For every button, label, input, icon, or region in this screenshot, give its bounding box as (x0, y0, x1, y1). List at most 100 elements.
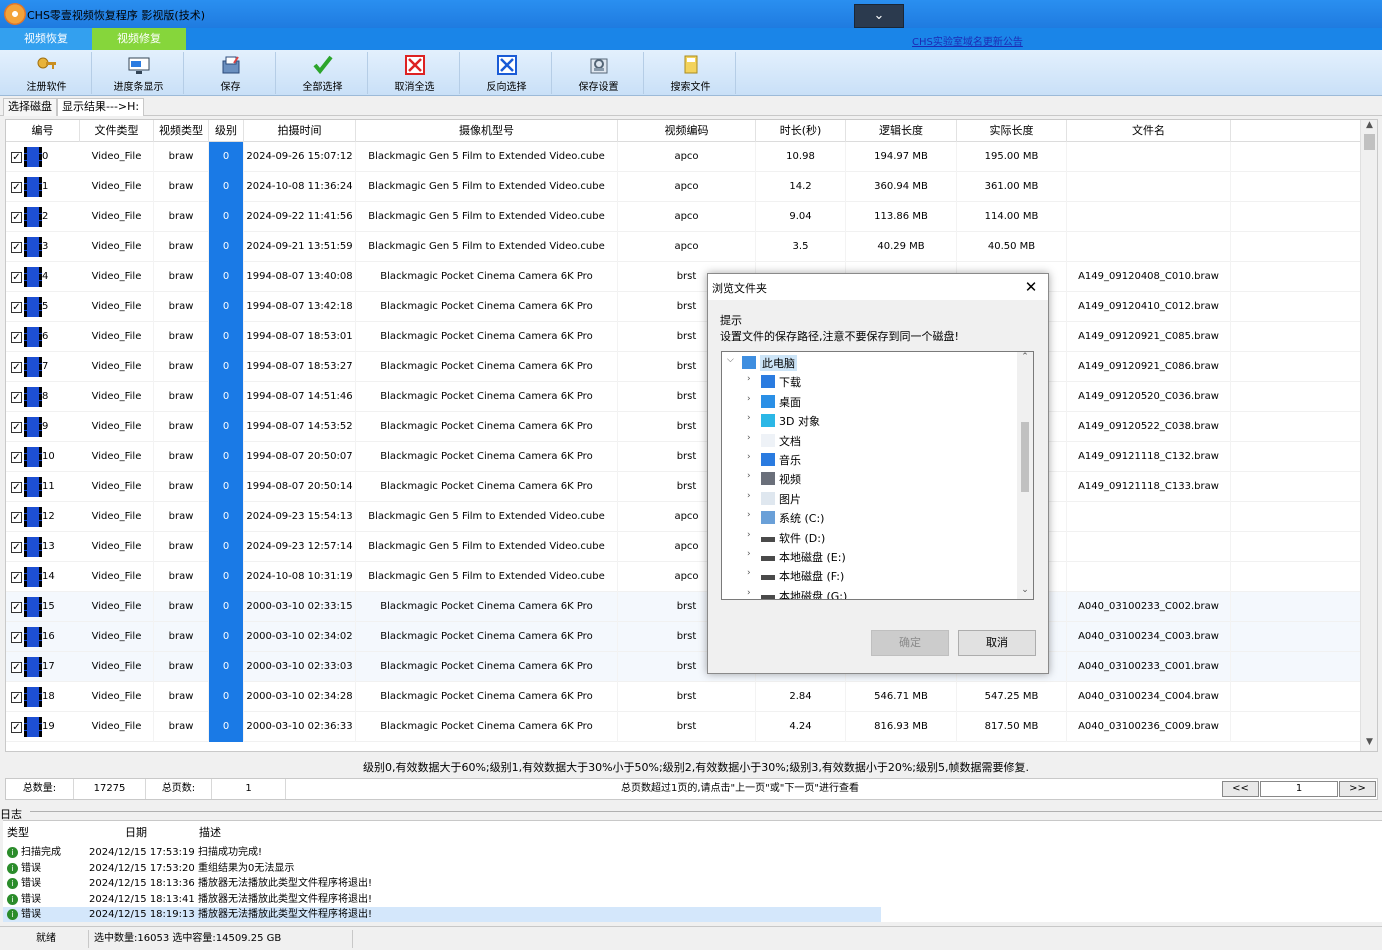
scroll-thumb[interactable] (1364, 134, 1375, 150)
tab-show-results[interactable]: 显示结果--->H: (57, 98, 145, 116)
log-entry[interactable]: i 错误 2024/12/15 18:19:13 播放器无法播放此类型文件程序将退出! (3, 907, 881, 922)
log-entry[interactable]: i 错误 2024/12/15 18:13:41 播放器无法播放此类型文件程序将退出! (3, 892, 881, 907)
table-row[interactable]: ✓ 19 Video_File braw 0 2000-03-10 02:36:33 Bla… (6, 712, 1361, 742)
row-checkbox[interactable]: ✓ (11, 272, 22, 283)
collapse-button[interactable]: ⌄ (854, 4, 904, 28)
row-checkbox[interactable]: ✓ (11, 542, 22, 553)
column-header-level[interactable]: 级别 (209, 120, 244, 142)
prev-page-button[interactable]: << (1222, 781, 1259, 797)
table-row[interactable]: ✓ 1 Video_File braw 0 2024-10-08 11:36:24 Blac… (6, 172, 1361, 202)
scroll-down-icon[interactable]: ▼ (1361, 737, 1377, 751)
chevron-right-icon[interactable]: › (747, 413, 751, 423)
invert-selection-button[interactable]: 反向选择 (462, 52, 552, 94)
chevron-right-icon[interactable]: › (747, 394, 751, 404)
tree-item[interactable]: › 视频 (722, 469, 1018, 488)
tree-item[interactable]: › 3D 对象 (722, 411, 1018, 430)
tree-scrollbar[interactable]: ⌃ ⌄ (1017, 352, 1033, 599)
scroll-thumb[interactable] (1021, 422, 1029, 492)
column-header-camera-model[interactable]: 摄像机型号 (356, 120, 618, 142)
chevron-right-icon[interactable]: › (747, 471, 751, 481)
table-row[interactable]: ✓ 5 Video_File braw 0 1994-08-07 13:42:18 Blac… (6, 292, 1361, 322)
tree-item[interactable]: › 音乐 (722, 450, 1018, 469)
tab-select-disk[interactable]: 选择磁盘 (3, 98, 57, 116)
tree-item[interactable]: › 文档 (722, 431, 1018, 450)
log-entry[interactable]: i 扫描完成 2024/12/15 17:53:19 扫描成功完成! (3, 845, 881, 860)
row-checkbox[interactable]: ✓ (11, 302, 22, 313)
row-checkbox[interactable]: ✓ (11, 482, 22, 493)
table-row[interactable]: ✓ 13 Video_File braw 0 2024-09-23 12:57:14 Bla… (6, 532, 1361, 562)
chevron-right-icon[interactable]: › (747, 549, 751, 559)
table-row[interactable]: ✓ 18 Video_File braw 0 2000-03-10 02:34:28 Bla… (6, 682, 1361, 712)
row-checkbox[interactable]: ✓ (11, 722, 22, 733)
row-checkbox[interactable]: ✓ (11, 422, 22, 433)
table-scrollbar[interactable]: ▲ ▼ (1360, 120, 1377, 751)
tree-item[interactable]: › 本地磁盘 (E:) (722, 547, 1018, 566)
table-row[interactable]: ✓ 7 Video_File braw 0 1994-08-07 18:53:27 Blac… (6, 352, 1361, 382)
row-checkbox[interactable]: ✓ (11, 692, 22, 703)
row-checkbox[interactable]: ✓ (11, 152, 22, 163)
table-row[interactable]: ✓ 15 Video_File braw 0 2000-03-10 02:33:15 Bla… (6, 592, 1361, 622)
chevron-right-icon[interactable]: › (747, 491, 751, 501)
table-row[interactable]: ✓ 3 Video_File braw 0 2024-09-21 13:51:59 Blac… (6, 232, 1361, 262)
row-checkbox[interactable]: ✓ (11, 332, 22, 343)
table-row[interactable]: ✓ 17 Video_File braw 0 2000-03-10 02:33:03 Bla… (6, 652, 1361, 682)
row-checkbox[interactable]: ✓ (11, 512, 22, 523)
table-row[interactable]: ✓ 11 Video_File braw 0 1994-08-07 20:50:14 Bla… (6, 472, 1361, 502)
row-checkbox[interactable]: ✓ (11, 242, 22, 253)
column-header-logical-size[interactable]: 逻辑长度 (846, 120, 957, 142)
next-page-button[interactable]: >> (1339, 781, 1376, 797)
chevron-right-icon[interactable]: › (747, 452, 751, 462)
row-checkbox[interactable]: ✓ (11, 602, 22, 613)
column-header-id[interactable]: 编号 (6, 120, 80, 142)
table-row[interactable]: ✓ 14 Video_File braw 0 2024-10-08 10:31:19 Bla… (6, 562, 1361, 592)
column-header-file-type[interactable]: 文件类型 (80, 120, 154, 142)
tab-video-repair[interactable]: 视频修复 (92, 28, 186, 50)
chevron-right-icon[interactable]: › (747, 374, 751, 384)
column-header-actual-size[interactable]: 实际长度 (957, 120, 1067, 142)
table-row[interactable]: ✓ 4 Video_File braw 0 1994-08-07 13:40:08 Blac… (6, 262, 1361, 292)
row-checkbox[interactable]: ✓ (11, 362, 22, 373)
tree-item[interactable]: › 系统 (C:) (722, 508, 1018, 527)
deselect-all-button[interactable]: 取消全选 (370, 52, 460, 94)
row-checkbox[interactable]: ✓ (11, 662, 22, 673)
tree-item[interactable]: › 软件 (D:) (722, 528, 1018, 547)
table-row[interactable]: ✓ 0 Video_File braw 0 2024-09-26 15:07:12 Blac… (6, 142, 1361, 172)
ok-button[interactable]: 确定 (871, 630, 949, 656)
tree-item[interactable]: › 桌面 (722, 392, 1018, 411)
log-entry[interactable]: i 错误 2024/12/15 17:53:20 重组结果为0无法显示 (3, 861, 881, 876)
column-header-shoot-time[interactable]: 拍摄时间 (244, 120, 356, 142)
chevron-right-icon[interactable]: › (747, 433, 751, 443)
row-checkbox[interactable]: ✓ (11, 632, 22, 643)
progress-display-button[interactable]: 进度条显示 (94, 52, 184, 94)
table-row[interactable]: ✓ 10 Video_File braw 0 1994-08-07 20:50:07 Bla… (6, 442, 1361, 472)
row-checkbox[interactable]: ✓ (11, 452, 22, 463)
table-row[interactable]: ✓ 16 Video_File braw 0 2000-03-10 02:34:02 Bla… (6, 622, 1361, 652)
tree-item[interactable]: ⌵ 此电脑 (722, 353, 1018, 372)
column-header-video-type[interactable]: 视频类型 (154, 120, 209, 142)
select-all-button[interactable]: 全部选择 (278, 52, 368, 94)
chevron-right-icon[interactable]: › (747, 588, 751, 598)
save-settings-button[interactable]: 保存设置 (554, 52, 644, 94)
scroll-up-icon[interactable]: ⌃ (1017, 352, 1033, 366)
scroll-up-icon[interactable]: ▲ (1361, 120, 1377, 134)
table-row[interactable]: ✓ 12 Video_File braw 0 2024-09-23 15:54:13 Bla… (6, 502, 1361, 532)
tree-item[interactable]: › 图片 (722, 489, 1018, 508)
tree-item[interactable]: › 本地磁盘 (F:) (722, 566, 1018, 585)
row-checkbox[interactable]: ✓ (11, 572, 22, 583)
scroll-down-icon[interactable]: ⌄ (1017, 585, 1033, 599)
table-row[interactable]: ✓ 8 Video_File braw 0 1994-08-07 14:51:46 Blac… (6, 382, 1361, 412)
tree-item[interactable]: › 本地磁盘 (G:) (722, 586, 1018, 599)
row-checkbox[interactable]: ✓ (11, 392, 22, 403)
tab-video-recovery[interactable]: 视频恢复 (0, 28, 92, 50)
column-header-file-name[interactable]: 文件名 (1067, 120, 1231, 142)
log-entry[interactable]: i 错误 2024/12/15 18:13:36 播放器无法播放此类型文件程序将退出! (3, 876, 881, 891)
row-checkbox[interactable]: ✓ (11, 212, 22, 223)
table-row[interactable]: ✓ 2 Video_File braw 0 2024-09-22 11:41:56 Blac… (6, 202, 1361, 232)
page-number-input[interactable]: 1 (1260, 781, 1338, 797)
search-file-button[interactable]: 搜索文件 (646, 52, 736, 94)
register-button[interactable]: 注册软件 (2, 52, 92, 94)
cancel-button[interactable]: 取消 (958, 630, 1036, 656)
chevron-right-icon[interactable]: › (747, 568, 751, 578)
row-checkbox[interactable]: ✓ (11, 182, 22, 193)
table-row[interactable]: ✓ 9 Video_File braw 0 1994-08-07 14:53:52 Blac… (6, 412, 1361, 442)
